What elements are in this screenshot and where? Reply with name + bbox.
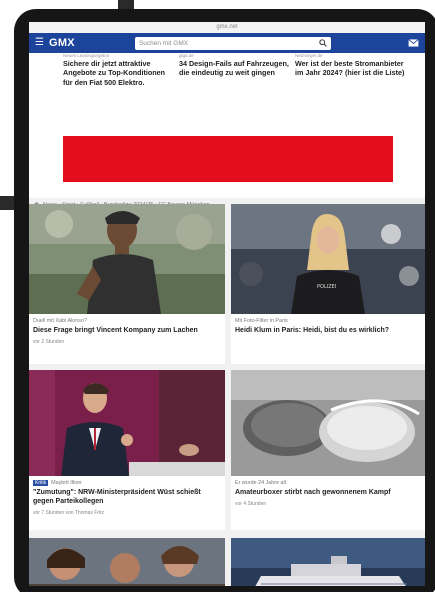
search-icon[interactable] <box>319 39 327 47</box>
article-image <box>231 370 425 476</box>
card-title: "Zumutung": NRW-Ministerpräsident Wüst s… <box>33 489 201 506</box>
news-card[interactable]: Kritik Maybrit Illner "Zumutung": NRW-Min… <box>29 370 225 530</box>
teaser-item[interactable]: Netzsieger.de Wer ist der beste Stromanb… <box>295 53 407 87</box>
search-input[interactable]: Suchen mit GMX <box>134 36 331 50</box>
card-kicker-text: Maybrit Illner <box>51 480 82 486</box>
article-image <box>231 538 425 586</box>
gmx-logo[interactable]: GMX <box>49 37 75 49</box>
card-kicker: Kritik Maybrit Illner <box>33 480 221 486</box>
hamburger-menu-icon[interactable]: ☰ <box>35 38 44 48</box>
teaser-title: 34 Design-Fails auf Fahrzeugen, die eind… <box>179 59 289 78</box>
teaser-kicker: giga.de <box>179 53 194 58</box>
photo-background: gmx.net ☰ GMX Suchen mit GMX Neues Leasi… <box>0 0 435 592</box>
teaser-title: Wer ist der beste Stromanbieter im Jahr … <box>295 59 405 78</box>
article-image <box>29 370 225 476</box>
svg-text:POLIZEI: POLIZEI <box>317 284 336 290</box>
news-card[interactable] <box>29 538 225 586</box>
article-image: POLIZEI <box>231 204 425 314</box>
search-placeholder: Suchen mit GMX <box>138 39 189 47</box>
category-tag[interactable]: Kritik <box>33 480 49 486</box>
article-image <box>29 204 225 314</box>
teaser-item[interactable]: giga.de 34 Design-Fails auf Fahrzeugen, … <box>179 53 291 87</box>
card-meta: vor 4 Stunden <box>235 501 267 508</box>
card-kicker: Er wurde 24 Jahre alt <box>235 480 287 486</box>
ad-banner[interactable] <box>63 136 393 182</box>
card-title: Diese Frage bringt Vincent Kompany zum L… <box>33 327 198 334</box>
news-card[interactable] <box>231 538 425 586</box>
card-title: Heidi Klum in Paris: Heidi, bist du es w… <box>235 327 390 334</box>
article-image <box>29 538 225 586</box>
card-title: Amateurboxer stirbt nach gewonnenem Kamp… <box>235 489 391 496</box>
news-card[interactable]: Er wurde 24 Jahre alt Amateurboxer stirb… <box>231 370 425 530</box>
card-kicker: Duell mit Xabi Alonso? <box>33 318 87 324</box>
teaser-item[interactable]: Neues Leasingangebot Sichere dir jetzt a… <box>63 53 175 87</box>
sponsored-teasers: Neues Leasingangebot Sichere dir jetzt a… <box>29 53 425 198</box>
tablet-screen: gmx.net ☰ GMX Suchen mit GMX Neues Leasi… <box>29 22 425 586</box>
browser-url[interactable]: gmx.net <box>29 22 425 33</box>
news-card[interactable]: Duell mit Xabi Alonso? Diese Frage bring… <box>29 204 225 364</box>
teaser-kicker: Neues Leasingangebot <box>63 53 110 58</box>
card-meta: vor 7 Stunden von Thomas Fritz <box>33 510 105 517</box>
top-navigation-bar: ☰ GMX Suchen mit GMX <box>29 33 425 53</box>
teaser-title: Sichere dir jetzt attraktive Angebote zu… <box>63 59 166 87</box>
card-kicker: Mit Foto-Filter in Paris <box>235 318 288 324</box>
teaser-kicker: Netzsieger.de <box>295 53 323 58</box>
mail-icon[interactable] <box>408 39 419 47</box>
card-meta: vor 2 Stunden <box>33 339 65 346</box>
news-card[interactable]: POLIZEI Mit Foto-Filter in Paris Heidi K… <box>231 204 425 364</box>
